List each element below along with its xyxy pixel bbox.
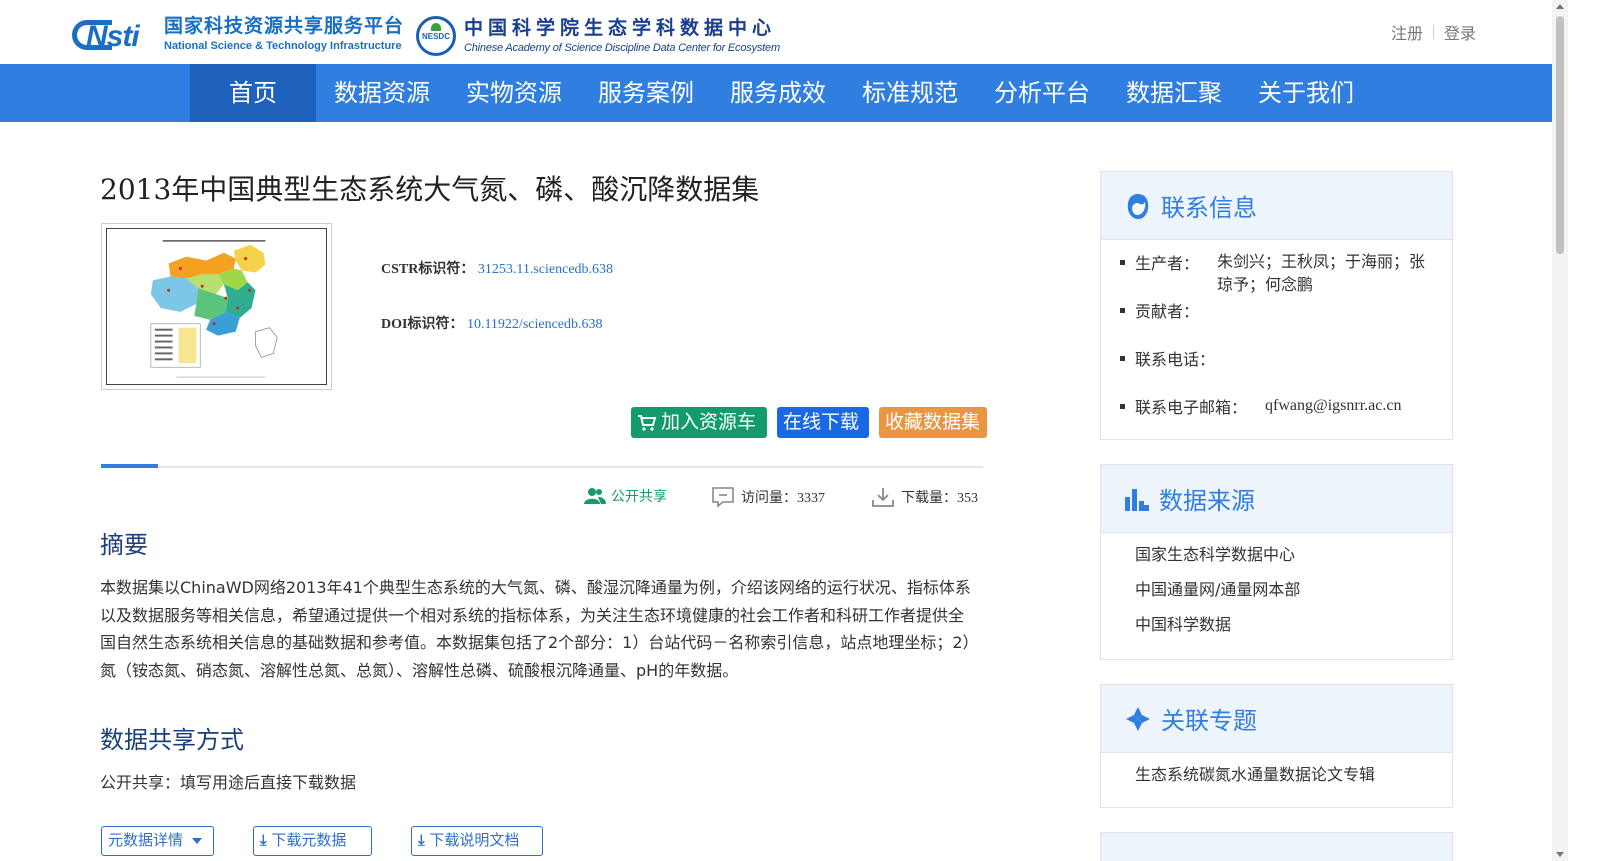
data-source-header: 数据来源	[1101, 465, 1452, 533]
download-icon: ⤓	[418, 831, 425, 849]
nav-item-home[interactable]: 首页	[190, 64, 316, 122]
caret-down-icon	[191, 837, 202, 844]
main-nav: 首页 数据资源 实物资源 服务案例 服务成效 标准规范 分析平台 数据汇聚 关于…	[0, 64, 1552, 122]
cstr-label: CSTR标识符：	[381, 262, 475, 277]
data-source-title: 数据来源	[1159, 487, 1255, 515]
abstract-heading: 摘要	[100, 531, 148, 559]
phone-row: 联系电话：	[1101, 346, 1452, 394]
people-icon	[584, 488, 606, 504]
compass-icon	[1126, 706, 1150, 731]
nav-item-analysis-platform[interactable]: 分析平台	[976, 64, 1108, 122]
download-count: 下载量：353	[871, 486, 978, 508]
nsti-logo-mark-text: Nsti	[86, 20, 140, 53]
add-to-cart-label: 加入资源车	[661, 411, 757, 433]
register-link[interactable]: 注册	[1391, 20, 1423, 44]
bar-chart-icon	[1125, 488, 1149, 511]
contributor-row: 贡献者：	[1101, 298, 1452, 346]
cart-icon	[638, 414, 657, 431]
sharing-text: 公开共享：填写用途后直接下载数据	[100, 773, 357, 792]
auth-divider	[1433, 25, 1435, 39]
nav-item-data-aggregation[interactable]: 数据汇聚	[1108, 64, 1240, 122]
dataset-title: 2013年中国典型生态系统大气氮、磷、酸沉降数据集	[100, 173, 760, 206]
download-count-label: 下载量：353	[901, 491, 978, 506]
china-map-illustration	[107, 229, 326, 384]
tab-divider	[101, 464, 983, 468]
tab-active-indicator	[101, 464, 158, 468]
source-item-chinaflux[interactable]: 中国通量网/通量网本部	[1101, 572, 1452, 607]
scroll-down-arrow-icon[interactable]	[1556, 852, 1564, 857]
login-link[interactable]: 登录	[1444, 20, 1476, 44]
email-label: 联系电子邮箱：	[1135, 398, 1248, 417]
related-topic-card: 关联专题 生态系统碳氮水通量数据论文专辑	[1100, 684, 1453, 808]
dataset-map-image	[106, 228, 327, 385]
abstract-text: 本数据集以ChinaWD网络2013年41个典型生态系统的大气氮、磷、酸湿沉降通…	[100, 578, 971, 680]
nesdc-logo-en: Chinese Academy of Science Discipline Da…	[464, 42, 780, 54]
cstr-link[interactable]: 31253.11.sciencedb.638	[478, 262, 613, 277]
person-icon	[1127, 193, 1149, 219]
nesdc-logo[interactable]: NESDC 中国科学院生态学科数据中心 Chinese Academy of S…	[416, 14, 780, 58]
next-card-partial	[1100, 832, 1453, 861]
email-value[interactable]: qfwang@igsnrr.ac.cn	[1265, 394, 1401, 424]
top-header: Nsti 国家科技资源共享服务平台 National Science & Tec…	[0, 0, 1552, 64]
contributor-label: 贡献者：	[1135, 302, 1200, 321]
dataset-thumbnail[interactable]	[101, 223, 332, 390]
metadata-detail-label: 元数据详情	[108, 831, 184, 849]
visit-count-label: 访问量：3337	[741, 491, 825, 506]
contact-card-title: 联系信息	[1161, 194, 1257, 222]
metadata-detail-button[interactable]: 元数据详情	[101, 826, 214, 856]
share-status-label: 公开共享	[611, 489, 667, 505]
producer-label: 生产者：	[1135, 254, 1200, 273]
nav-item-standards[interactable]: 标准规范	[844, 64, 976, 122]
nesdc-seal-icon: NESDC	[416, 16, 456, 56]
source-item-nesdc[interactable]: 国家生态科学数据中心	[1101, 537, 1452, 572]
nav-item-service-results[interactable]: 服务成效	[712, 64, 844, 122]
favorite-dataset-button[interactable]: 收藏数据集	[879, 407, 987, 438]
download-metadata-button[interactable]: ⤓ 下载元数据	[253, 826, 372, 856]
doi-link[interactable]: 10.11922/sciencedb.638	[467, 317, 603, 332]
producer-row: 生产者： 朱剑兴；王秋凤；于海丽；张琼予；何念鹏	[1101, 250, 1452, 298]
visit-count: 访问量：3337	[711, 486, 825, 508]
action-buttons: 加入资源车 在线下载 收藏数据集	[631, 407, 987, 438]
scroll-up-arrow-icon[interactable]	[1556, 4, 1564, 9]
data-source-card: 数据来源 国家生态科学数据中心 中国通量网/通量网本部 中国科学数据	[1100, 464, 1453, 660]
nsti-logo-en: National Science & Technology Infrastruc…	[164, 40, 402, 52]
nsti-logo-cn: 国家科技资源共享服务平台	[164, 15, 405, 37]
scrollbar-thumb[interactable]	[1556, 16, 1564, 254]
doi-row: DOI标识符： 10.11922/sciencedb.638	[381, 313, 613, 368]
auth-links: 注册 登录	[1391, 20, 1476, 44]
nav-item-physical-resources[interactable]: 实物资源	[448, 64, 580, 122]
metadata-buttons: 元数据详情 ⤓ 下载元数据 ⤓ 下载说明文档	[101, 826, 543, 856]
nav-item-about-us[interactable]: 关于我们	[1240, 64, 1372, 122]
download-icon	[872, 488, 894, 507]
page-scrollbar[interactable]	[1552, 0, 1568, 861]
nsti-logo-mark: Nsti	[70, 14, 156, 54]
topic-item[interactable]: 生态系统碳氮水通量数据论文专辑	[1101, 757, 1452, 792]
dataset-stats: 公开共享 访问量：3337 下载量：353	[584, 486, 984, 510]
identifier-block: CSTR标识符： 31253.11.sciencedb.638 DOI标识符： …	[381, 258, 613, 368]
download-doc-label: 下载说明文档	[429, 831, 520, 849]
source-item-china-sci-data[interactable]: 中国科学数据	[1101, 607, 1452, 642]
email-row: 联系电子邮箱： qfwang@igsnrr.ac.cn	[1101, 394, 1452, 424]
comment-icon	[712, 487, 734, 508]
related-topic-title: 关联专题	[1161, 707, 1257, 735]
share-status: 公开共享	[584, 486, 667, 506]
nav-item-service-cases[interactable]: 服务案例	[580, 64, 712, 122]
nav-item-data-resources[interactable]: 数据资源	[316, 64, 448, 122]
related-topic-header: 关联专题	[1101, 685, 1452, 753]
download-icon: ⤓	[260, 831, 267, 849]
phone-label: 联系电话：	[1135, 350, 1216, 369]
nesdc-seal-text: NESDC	[421, 31, 450, 41]
add-to-cart-button[interactable]: 加入资源车	[631, 407, 767, 438]
sharing-heading: 数据共享方式	[100, 726, 244, 754]
nesdc-logo-cn: 中国科学院生态学科数据中心	[464, 17, 777, 39]
download-doc-button[interactable]: ⤓ 下载说明文档	[411, 826, 543, 856]
download-metadata-label: 下载元数据	[271, 831, 347, 849]
contact-card: 联系信息 生产者： 朱剑兴；王秋凤；于海丽；张琼予；何念鹏 贡献者： 联系电话：…	[1100, 171, 1453, 440]
cstr-row: CSTR标识符： 31253.11.sciencedb.638	[381, 258, 613, 313]
doi-label: DOI标识符：	[381, 317, 464, 332]
nsti-logo[interactable]: Nsti 国家科技资源共享服务平台 National Science & Tec…	[70, 12, 404, 56]
contact-card-header: 联系信息	[1101, 172, 1452, 240]
online-download-button[interactable]: 在线下载	[777, 407, 869, 438]
producer-value: 朱剑兴；王秋凤；于海丽；张琼予；何念鹏	[1217, 252, 1426, 294]
